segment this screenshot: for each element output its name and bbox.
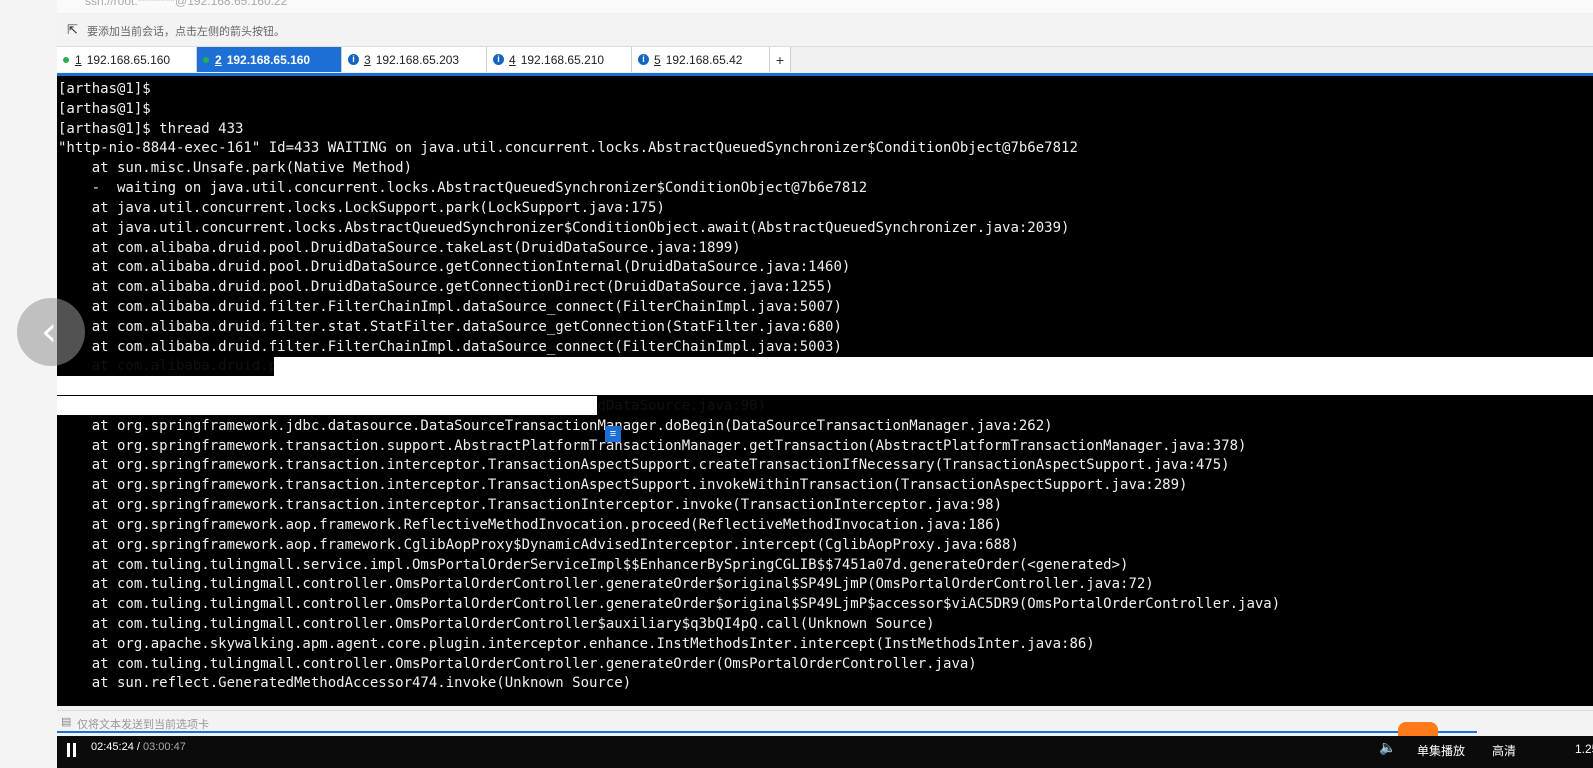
terminal-line: at sun.reflect.GeneratedMethodAccessor47… (58, 675, 632, 692)
chevron-left-icon: ‹ (41, 309, 57, 355)
terminal-line: at java.util.concurrent.locks.LockSuppor… (58, 199, 665, 216)
terminal-line: at com.alibaba.druid.filter.FilterChainI… (58, 338, 842, 355)
info-icon: i (493, 54, 504, 65)
info-icon: i (638, 54, 649, 65)
terminal-line: at org.springframework.aop.framework.Cgl… (58, 536, 1019, 553)
tab-session-1[interactable]: 1 192.168.65.160 (57, 47, 197, 72)
terminal-line: "http-nio-8844-exec-161" Id=433 WAITING … (58, 140, 1078, 157)
input-placeholder: 仅将文本发送到当前选项卡 (77, 719, 209, 731)
speed-button[interactable]: 1.25 (1575, 742, 1593, 756)
terminal-line: at com.alibaba.druid.filter.stat.StatFil… (58, 318, 842, 335)
tab-session-2[interactable]: 2 192.168.65.160 (197, 47, 342, 72)
current-time: 02:45:24 (91, 741, 134, 753)
title-bar: ssh://root:********@192.168.65.160:22 (57, 0, 1593, 13)
tab-session-5[interactable]: i 5 192.168.65.42 (632, 47, 770, 72)
terminal-line: at org.springframework.transaction.suppo… (58, 437, 1247, 454)
tab-label: 192.168.65.42 (665, 52, 743, 67)
info-text: 要添加当前会话，点击左侧的箭头按钮。 (87, 26, 285, 38)
terminal-line: at com.tuling.tulingmall.controller.OmsP… (58, 596, 1281, 613)
tab-label: 192.168.65.160 (226, 52, 311, 67)
loop-mode-button[interactable]: 单集播放 (1417, 742, 1465, 759)
pin-icon[interactable]: ⇱ (67, 23, 78, 38)
tab-number: 1 (75, 52, 82, 67)
ssh-url: ssh://root:********@192.168.65.160:22 (85, 0, 288, 8)
tab-number: 4 (509, 52, 516, 67)
duration: 03:00:47 (143, 741, 186, 753)
tab-number: 2 (215, 52, 222, 67)
connected-icon (63, 56, 69, 63)
terminal-line: at org.springframework.jdbc.datasource.D… (58, 417, 1053, 434)
terminal-line: at sun.misc.Unsafe.park(Native Method) (58, 160, 413, 177)
volume-icon[interactable]: 🔈 (1379, 740, 1396, 756)
pause-icon[interactable] (67, 743, 76, 757)
terminal-line: [arthas@1]$ thread 433 (58, 120, 244, 137)
tab-number: 3 (364, 52, 371, 67)
terminal-line: at org.springframework.aop.framework.Ref… (58, 516, 1003, 533)
tab-label: 192.168.65.160 (86, 52, 171, 67)
quality-button[interactable]: 高清 (1492, 742, 1516, 759)
add-tab-button[interactable]: + (770, 47, 791, 72)
video-player-bar: 02:45:24 / 03:00:47 🔈 单集播放 高清 1.25 (57, 736, 1593, 768)
terminal-line: [arthas@1]$ (58, 100, 151, 117)
terminal-line: at com.tuling.tulingmall.service.impl.Om… (58, 556, 1129, 573)
terminal-line: at com.alibaba.druid.pool.DruidDataSourc… (58, 259, 851, 276)
selection-highlight (57, 396, 597, 415)
terminal-line: at com.tuling.tulingmall.controller.OmsP… (58, 615, 935, 632)
terminal-line: at java.util.concurrent.locks.AbstractQu… (58, 219, 1070, 236)
info-bar: ⇱ 要添加当前会话，点击左侧的箭头按钮。 (57, 14, 1593, 47)
terminal-line: at org.springframework.transaction.inter… (58, 497, 1003, 514)
keyboard-icon: ▤ (61, 716, 72, 728)
tab-label: 192.168.65.210 (520, 52, 605, 67)
tab-label: 192.168.65.203 (375, 52, 460, 67)
terminal-line: at org.springframework.transaction.inter… (58, 457, 1230, 474)
selection-highlight (274, 357, 1593, 376)
terminal-line: at com.alibaba.druid.pool.DruidDataSourc… (58, 239, 741, 256)
terminal[interactable]: [arthas@1]$ [arthas@1]$ [arthas@1]$ thre… (57, 76, 1593, 706)
input-bar[interactable]: ▤ 仅将文本发送到当前选项卡 (57, 710, 1593, 733)
tab-session-3[interactable]: i 3 192.168.65.203 (342, 47, 487, 72)
terminal-line: at org.springframework.transaction.inter… (58, 477, 1188, 494)
back-button[interactable]: ‹ (17, 298, 85, 366)
info-icon: i (348, 54, 359, 65)
selection-tool-icon[interactable]: ≡ (605, 426, 621, 442)
terminal-line: at com.alibaba.druid.pool.DruidDataSourc… (58, 279, 834, 296)
terminal-line: at org.apache.skywalking.apm.agent.core.… (58, 635, 1095, 652)
tab-number: 5 (654, 52, 661, 67)
terminal-line: at com.tuling.tulingmall.controller.OmsP… (58, 576, 1154, 593)
session-tabs: 1 192.168.65.160 2 192.168.65.160 i 3 19… (57, 47, 1593, 73)
terminal-line: [arthas@1]$ (58, 81, 151, 97)
terminal-line: - waiting on java.util.concurrent.locks.… (58, 180, 868, 197)
time-display: 02:45:24 / 03:00:47 (91, 741, 186, 753)
left-rail (0, 0, 57, 768)
connected-icon (203, 56, 209, 63)
terminal-line: at com.tuling.tulingmall.controller.OmsP… (58, 655, 977, 672)
selection-highlight (57, 376, 1593, 395)
terminal-line: at com.alibaba.druid.filter.FilterChainI… (58, 298, 842, 315)
input-focus-line (57, 731, 1477, 733)
tab-session-4[interactable]: i 4 192.168.65.210 (487, 47, 632, 72)
